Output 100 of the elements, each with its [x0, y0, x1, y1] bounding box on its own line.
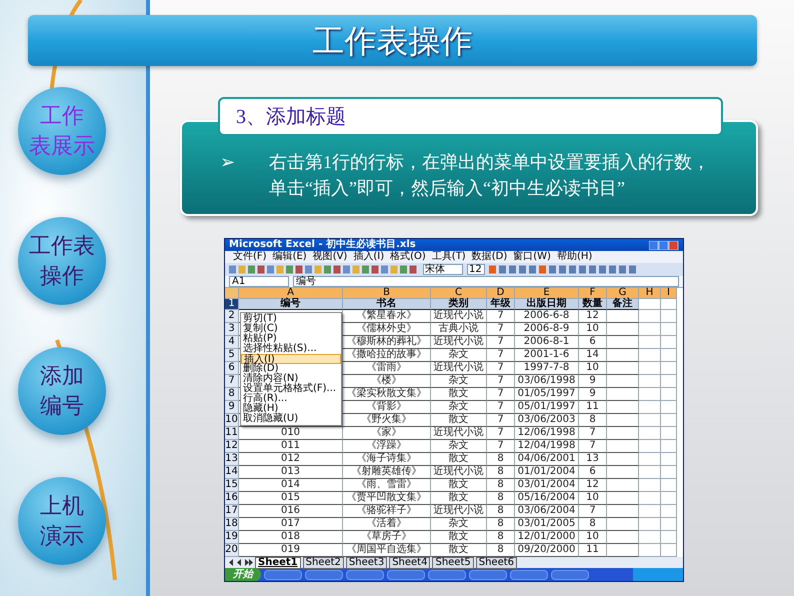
- sheet-tab[interactable]: Sheet1: [255, 556, 301, 568]
- row-header: 7: [225, 375, 239, 388]
- table-cell: 04/06/2001: [515, 453, 579, 466]
- context-menu-item[interactable]: 隐藏(H): [241, 404, 341, 414]
- menu-item[interactable]: 工具(T): [432, 252, 466, 262]
- start-button[interactable]: 开始: [225, 568, 261, 581]
- font-size-field[interactable]: 12: [467, 264, 485, 275]
- table-cell: [661, 349, 677, 362]
- taskbar-button[interactable]: [346, 570, 384, 580]
- table-cell: [661, 299, 677, 310]
- menu-item[interactable]: 帮助(H): [556, 252, 592, 262]
- table-cell: 7: [487, 401, 515, 414]
- table-cell: [661, 531, 677, 544]
- taskbar-button[interactable]: [428, 570, 466, 580]
- table-cell: 2006-8-1: [515, 336, 579, 349]
- menu-item[interactable]: 文件(F): [233, 252, 267, 262]
- table-cell: 古典小说: [431, 323, 487, 336]
- table-cell: 9: [579, 388, 607, 401]
- table-cell: [607, 440, 639, 453]
- window-controls-icon: [649, 240, 679, 250]
- column-header: C: [431, 288, 487, 299]
- table-cell: 《贾平凹散文集》: [343, 492, 431, 505]
- table-cell: [607, 466, 639, 479]
- row-header: 14: [225, 466, 239, 479]
- table-cell: 7: [487, 414, 515, 427]
- taskbar-button[interactable]: [305, 570, 343, 580]
- table-cell: 《海子诗集》: [343, 453, 431, 466]
- context-menu-item[interactable]: 行高(R)...: [241, 394, 341, 404]
- toolbar-icons-drawing[interactable]: [229, 265, 419, 274]
- table-cell: 013: [239, 466, 343, 479]
- context-menu-item[interactable]: 插入(I): [241, 354, 341, 364]
- nav-circle-button[interactable]: 上机 演示: [18, 477, 106, 565]
- row-header: 10: [225, 414, 239, 427]
- table-cell: 10: [579, 492, 607, 505]
- table-cell: [607, 362, 639, 375]
- table-cell: [661, 466, 677, 479]
- subtitle: 3、添加标题: [236, 104, 346, 130]
- row-header: 19: [225, 531, 239, 544]
- name-box[interactable]: A1: [229, 276, 289, 287]
- instruction-text: 右击第1行的行标，在弹出的菜单中设置要插入的行数，单击“插入”即可，然后输入“初中生必读书目”: [269, 151, 711, 200]
- table-cell: [639, 323, 661, 336]
- table-cell: [607, 453, 639, 466]
- taskbar-button[interactable]: [387, 570, 425, 580]
- context-menu-item[interactable]: 设置单元格格式(F)...: [241, 384, 341, 394]
- table-cell: 14: [579, 349, 607, 362]
- formula-bar[interactable]: 编号: [293, 276, 679, 287]
- sheet-tab[interactable]: Sheet4: [389, 556, 430, 568]
- nav-circle-button[interactable]: 工作表 操作: [18, 217, 106, 305]
- context-menu-item[interactable]: 复制(C): [241, 324, 341, 334]
- context-menu-item[interactable]: 选择性粘贴(S)...: [241, 344, 341, 354]
- table-cell: 《繁星春水》: [343, 310, 431, 323]
- sheet-tab[interactable]: Sheet5: [432, 556, 474, 568]
- table-cell: 杂文: [431, 518, 487, 531]
- sheet-navigation-icon[interactable]: [229, 559, 253, 566]
- context-menu-item[interactable]: 清除内容(N): [241, 374, 341, 384]
- table-cell: 016: [239, 505, 343, 518]
- menu-item[interactable]: 数据(D): [472, 252, 508, 262]
- table-header-cell: 年级: [487, 299, 515, 310]
- context-menu-item[interactable]: 粘贴(P): [241, 334, 341, 344]
- table-cell: 8: [487, 492, 515, 505]
- column-header: B: [343, 288, 431, 299]
- sheet-tab[interactable]: Sheet6: [476, 556, 518, 568]
- taskbar-button[interactable]: [469, 570, 507, 580]
- system-tray: [633, 568, 683, 581]
- table-cell: 01/05/1997: [515, 388, 579, 401]
- menu-item[interactable]: 格式(O): [390, 252, 426, 262]
- sheet-tab[interactable]: Sheet3: [346, 556, 388, 568]
- table-cell: 近现代小说: [431, 310, 487, 323]
- column-header: A: [239, 288, 343, 299]
- taskbar-button[interactable]: [551, 570, 589, 580]
- formatting-icons-drawing[interactable]: [489, 265, 639, 274]
- taskbar-button[interactable]: [510, 570, 548, 580]
- table-cell: [639, 492, 661, 505]
- column-header: H: [639, 288, 661, 299]
- menu-item[interactable]: 插入(I): [353, 252, 384, 262]
- nav-circle-button[interactable]: 添加 编号: [18, 347, 106, 435]
- font-name-field[interactable]: 宋体: [423, 264, 463, 275]
- table-cell: 7: [579, 427, 607, 440]
- table-cell: 12: [579, 479, 607, 492]
- taskbar-button[interactable]: [264, 570, 302, 580]
- table-cell: 散文: [431, 479, 487, 492]
- table-cell: [661, 453, 677, 466]
- table-cell: 7: [487, 323, 515, 336]
- table-cell: [661, 310, 677, 323]
- table-cell: [639, 518, 661, 531]
- table-cell: 7: [579, 505, 607, 518]
- table-cell: 《射雕英雄传》: [343, 466, 431, 479]
- table-cell: [639, 336, 661, 349]
- table-cell: [639, 531, 661, 544]
- context-menu-item[interactable]: 删除(D): [241, 364, 341, 374]
- menu-item[interactable]: 窗口(W): [513, 252, 551, 262]
- table-cell: 7: [487, 427, 515, 440]
- menu-item[interactable]: 编辑(E): [272, 252, 307, 262]
- column-header: G: [607, 288, 639, 299]
- table-cell: [639, 388, 661, 401]
- sheet-tab[interactable]: Sheet2: [302, 556, 344, 568]
- table-cell: [639, 349, 661, 362]
- menu-item[interactable]: 视图(V): [312, 252, 348, 262]
- context-menu-item[interactable]: 剪切(T): [241, 314, 341, 324]
- context-menu-item[interactable]: 取消隐藏(U): [241, 414, 341, 424]
